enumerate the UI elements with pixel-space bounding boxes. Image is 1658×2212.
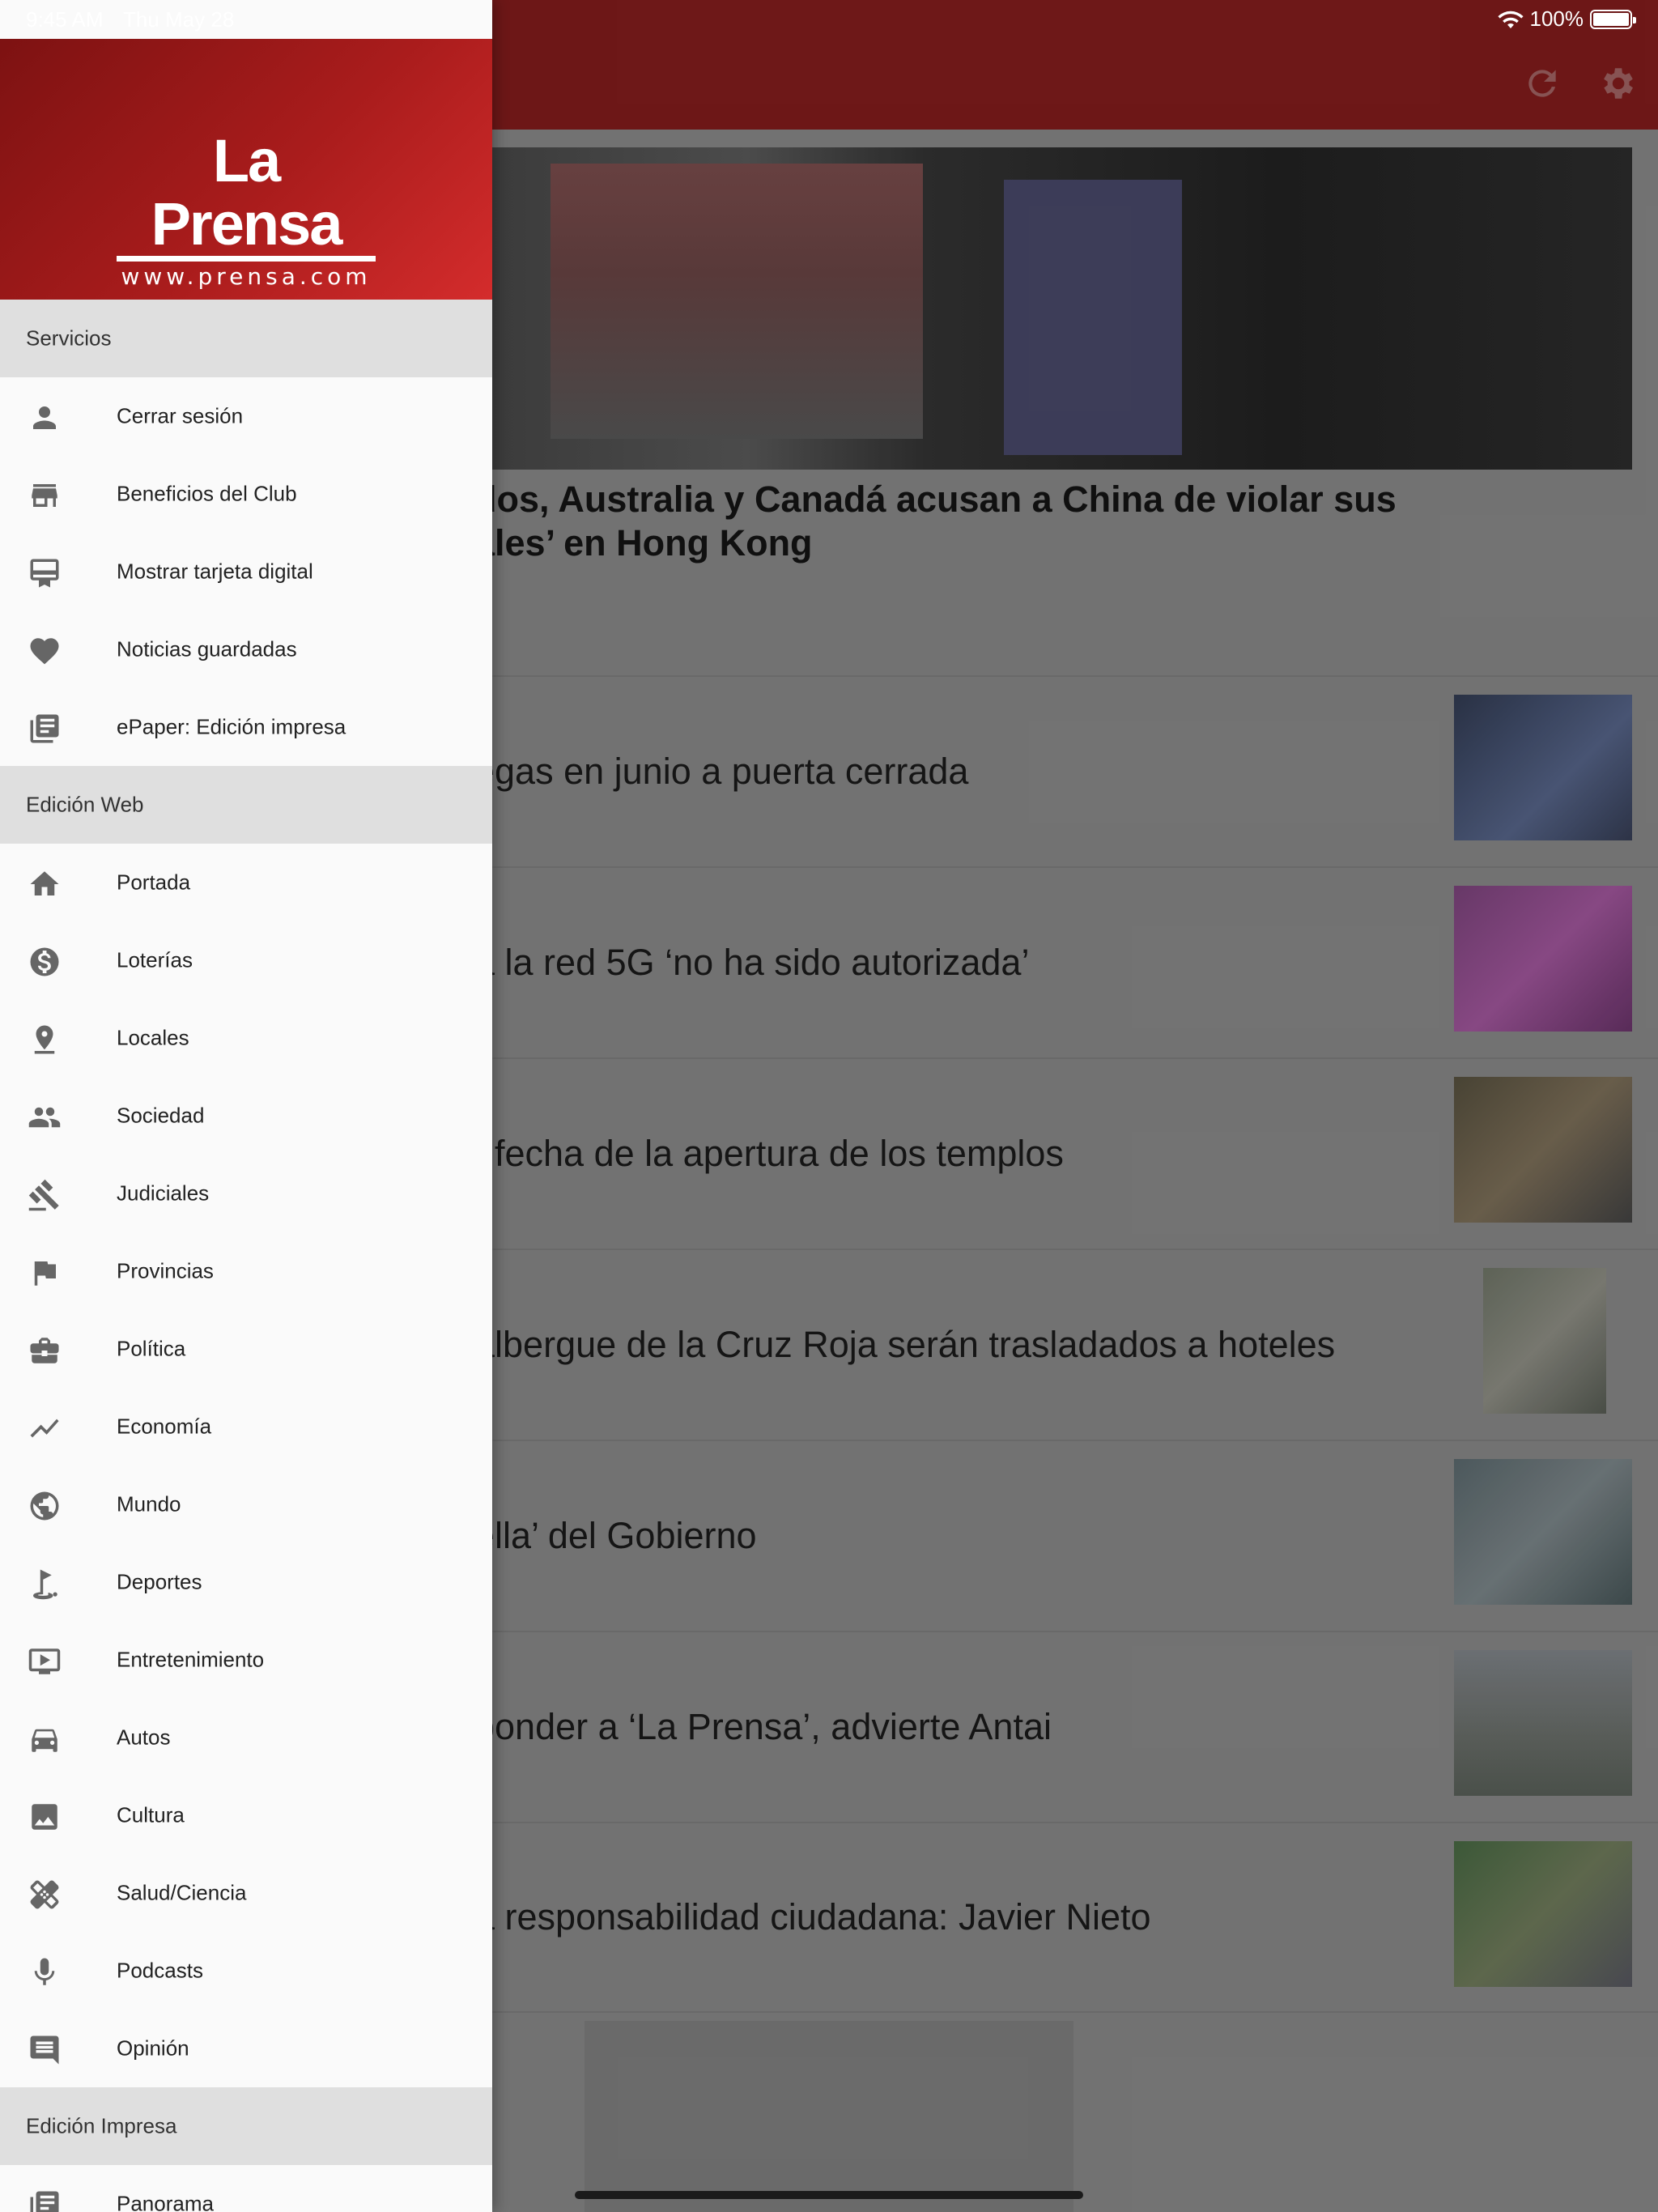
drawer-item-label: Mostrar tarjeta digital [117,559,313,584]
drawer-item-label: Deportes [117,1569,202,1594]
drawer-item-label: Salud/Ciencia [117,1880,247,1905]
drawer-item-mundo[interactable]: Mundo [0,1465,492,1543]
logo-url: www.prensa.com [121,263,372,290]
drawer-item-opinion[interactable]: Opinión [0,2010,492,2087]
drawer-item-label: Mundo [117,1491,181,1516]
section-title: Edición Web [26,792,144,817]
drawer-item-label: Locales [117,1025,189,1050]
wifi-icon [1497,11,1524,28]
trending-up-icon [30,1419,59,1438]
golf-icon [33,1569,57,1600]
flag-icon [34,1261,56,1286]
drawer-item-economia[interactable]: Economía [0,1388,492,1465]
drawer-item-label: Loterías [117,947,193,972]
person-icon [33,406,56,429]
drawer-item-cultura[interactable]: Cultura [0,1776,492,1854]
section-edicion-web: Edición Web [0,766,492,844]
drawer-item-entretenimiento[interactable]: Entretenimiento [0,1621,492,1699]
drawer-item-tarjeta-digital[interactable]: Mostrar tarjeta digital [0,533,492,610]
navigation-drawer: La Prensa www.prensa.com Servicios Cerra… [0,0,492,2212]
battery-percent: 100% [1529,6,1584,31]
drawer-item-beneficios-club[interactable]: Beneficios del Club [0,455,492,533]
drawer-item-label: Beneficios del Club [117,481,297,506]
image-icon [32,1804,57,1830]
drawer-item-label: Entretenimiento [117,1647,265,1672]
tv-icon [28,1648,61,1674]
drawer-item-cerrar-sesion[interactable]: Cerrar sesión [0,377,492,455]
library-books-icon [30,714,59,743]
home-indicator[interactable] [575,2191,1083,2199]
status-time: 9:45 AM [26,7,104,32]
drawer-item-label: Política [117,1336,186,1361]
gavel-icon [28,1179,59,1211]
drawer-item-salud-ciencia[interactable]: Salud/Ciencia [0,1854,492,1932]
drawer-item-panorama[interactable]: Panorama [0,2165,492,2212]
drawer-item-label: Panorama [117,2191,214,2212]
card-icon [30,559,59,588]
section-title: Servicios [26,325,112,351]
heart-icon [30,638,59,665]
drawer-item-label: Provincias [117,1258,214,1283]
drawer-item-portada[interactable]: Portada [0,844,492,921]
drawer-header: La Prensa www.prensa.com [0,39,492,300]
drawer-item-label: Noticias guardadas [117,636,297,661]
drawer-item-epaper[interactable]: ePaper: Edición impresa [0,688,492,766]
store-icon [32,484,57,507]
status-date: Thu May 28 [123,7,235,32]
drawer-item-autos[interactable]: Autos [0,1699,492,1776]
mic-icon [34,1958,55,1985]
drawer-item-label: Cerrar sesión [117,403,244,428]
drawer-item-locales[interactable]: Locales [0,999,492,1077]
home-icon [30,871,59,895]
drawer-item-label: ePaper: Edición impresa [117,714,346,739]
library-books-icon [30,2191,59,2212]
briefcase-icon [30,1338,59,1363]
drawer-item-judiciales[interactable]: Judiciales [0,1155,492,1232]
dollar-icon [30,947,59,976]
drawer-item-provincias[interactable]: Provincias [0,1232,492,1310]
bandage-icon [30,1880,59,1909]
section-servicios: Servicios [0,300,492,377]
drawer-item-label: Opinión [117,2035,189,2061]
car-icon [32,1729,57,1752]
logo-name: La Prensa [151,127,343,257]
drawer-item-politica[interactable]: Política [0,1310,492,1388]
drawer-item-noticias-guardadas[interactable]: Noticias guardadas [0,610,492,688]
battery-icon [1590,9,1636,29]
drawer-item-label: Cultura [117,1802,185,1827]
drawer-item-label: Economía [117,1414,212,1439]
drawer-item-label: Portada [117,870,191,895]
la-prensa-logo: La Prensa www.prensa.com [115,130,377,290]
drawer-item-sociedad[interactable]: Sociedad [0,1077,492,1155]
drawer-item-label: Autos [117,1725,171,1750]
globe-icon [30,1491,59,1521]
location-pin-icon [34,1025,55,1054]
people-icon [28,1107,61,1128]
section-edicion-impresa: Edición Impresa [0,2087,492,2165]
drawer-item-podcasts[interactable]: Podcasts [0,1932,492,2010]
drawer-item-label: Judiciales [117,1180,210,1206]
drawer-item-label: Podcasts [117,1958,203,1983]
comment-icon [30,2035,59,2065]
drawer-item-loterias[interactable]: Loterías [0,921,492,999]
drawer-item-label: Sociedad [117,1103,205,1128]
section-title: Edición Impresa [26,2113,177,2138]
drawer-item-deportes[interactable]: Deportes [0,1543,492,1621]
status-bar: 9:45 AM Thu May 28 100% [0,0,1658,39]
